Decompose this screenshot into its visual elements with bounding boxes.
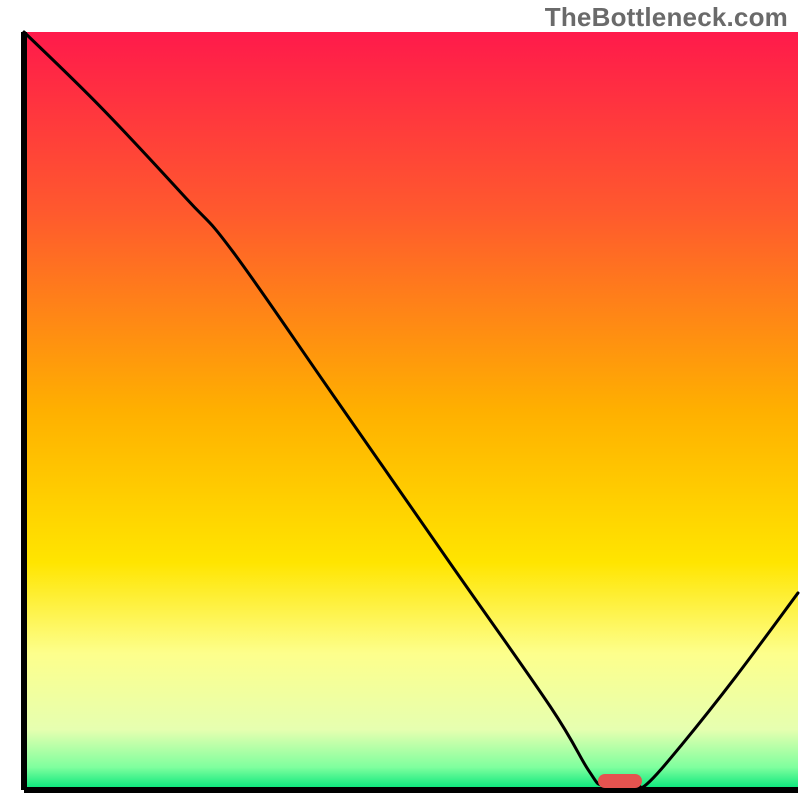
- chart-plot-area: [24, 32, 798, 790]
- watermark-text: TheBottleneck.com: [545, 2, 788, 33]
- chart-frame: TheBottleneck.com: [0, 0, 800, 800]
- bottleneck-chart: [0, 0, 800, 800]
- optimal-indicator-marker: [598, 774, 642, 788]
